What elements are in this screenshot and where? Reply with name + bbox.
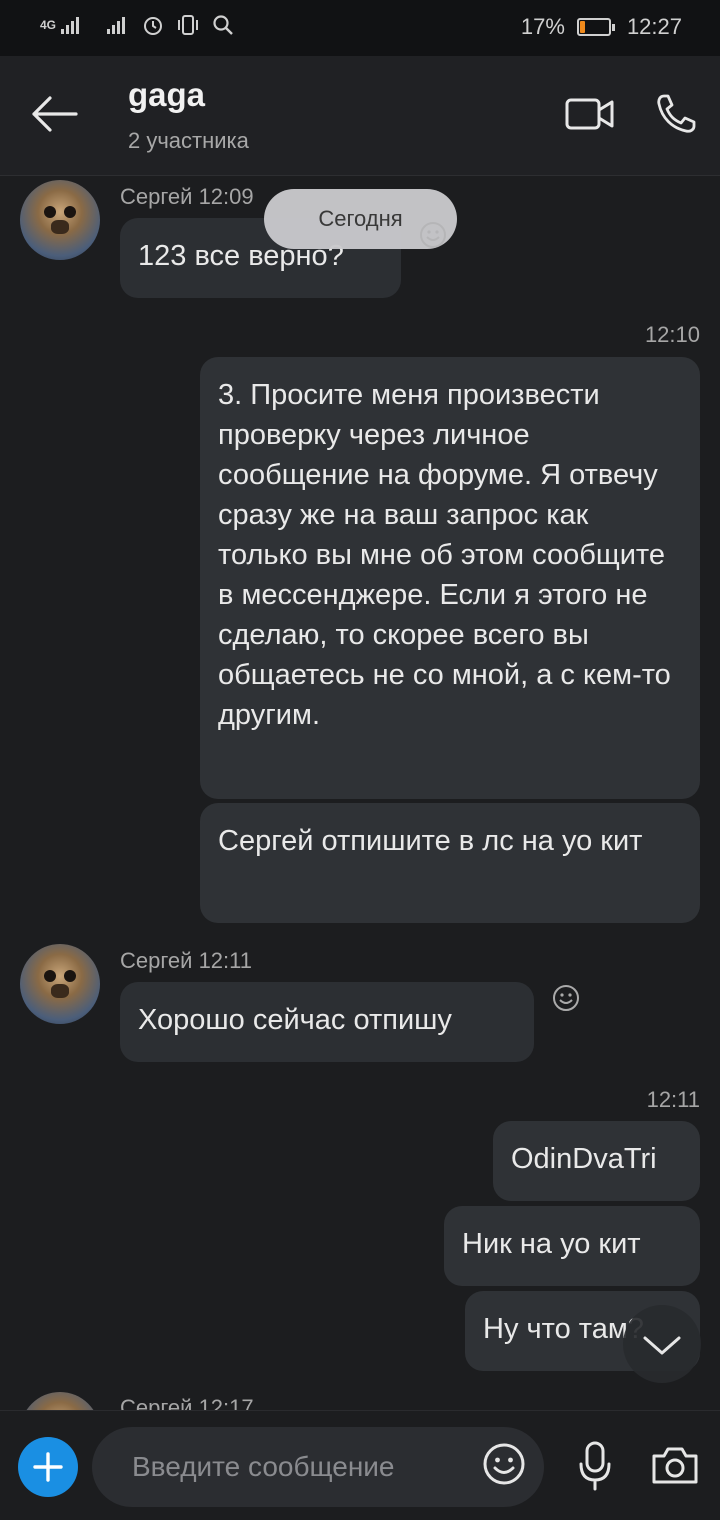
message-composer: [0, 1410, 720, 1520]
message-meta: Сергей 12:17: [120, 1395, 254, 1410]
avatar[interactable]: [20, 180, 100, 260]
sender-name: Сергей: [120, 1395, 193, 1410]
message-text: Ну что там?: [483, 1313, 644, 1345]
message-meta: Сергей 12:11: [120, 948, 252, 974]
microphone-icon[interactable]: [578, 1440, 612, 1492]
status-right: 17% 12:27: [521, 14, 682, 40]
scroll-to-bottom-button[interactable]: [623, 1305, 701, 1383]
battery-fill: [579, 21, 585, 33]
message-bubble[interactable]: Сергей отпишите в лс на уо кит: [200, 803, 700, 923]
message-time: 12:11: [646, 1087, 700, 1112]
signal-icon: [107, 17, 126, 34]
message-meta: Сергей 12:09: [120, 184, 254, 210]
message-bubble[interactable]: Ник на уо кит: [444, 1206, 700, 1286]
status-left: 4G: [40, 14, 234, 36]
battery-percent: 17%: [520, 14, 565, 39]
avatar[interactable]: [20, 1392, 100, 1410]
camera-icon[interactable]: [650, 1444, 700, 1486]
back-arrow-icon[interactable]: [30, 92, 80, 136]
phone-call-icon[interactable]: [654, 92, 698, 136]
add-reaction-icon[interactable]: [418, 220, 448, 250]
avatar[interactable]: [20, 944, 100, 1024]
message-time: 12:10: [644, 322, 700, 347]
alarm-icon: [144, 17, 163, 35]
chat-header: gaga 2 участника: [0, 56, 720, 176]
message-time: 12:11: [198, 948, 252, 973]
participants-count[interactable]: 2 участника: [128, 128, 249, 154]
sender-name: Сергей: [120, 184, 193, 209]
signal-icon: [61, 17, 80, 34]
message-time: 12:09: [198, 184, 254, 209]
message-text: Сергей отпишите в лс на уо кит: [218, 825, 643, 857]
sender-name: Сергей: [120, 948, 193, 973]
battery-icon: [576, 18, 615, 36]
chat-title[interactable]: gaga: [128, 76, 205, 114]
clock: 12:27: [626, 14, 682, 39]
vibrate-icon: [178, 15, 199, 35]
message-list[interactable]: Сергей 12:09 123 все верно? Сегодня 12:1…: [0, 177, 720, 1410]
message-bubble[interactable]: 3. Просите меня произвести проверку чере…: [200, 357, 700, 799]
message-input-wrapper[interactable]: [92, 1427, 544, 1507]
message-input[interactable]: [132, 1447, 472, 1487]
emoji-icon[interactable]: [482, 1442, 526, 1486]
status-bar: 4G 17% 12:27: [0, 0, 720, 56]
search-icon: [213, 15, 233, 35]
message-time: 12:17: [198, 1395, 254, 1410]
add-reaction-icon[interactable]: [551, 983, 581, 1013]
message-text: OdinDvaTri: [511, 1143, 657, 1175]
plus-icon: [33, 1452, 63, 1482]
message-text: Хорошо сейчас отпишу: [138, 1004, 452, 1036]
message-text: Ник на уо кит: [462, 1228, 641, 1260]
message-text: 3. Просите меня произвести проверку чере…: [218, 379, 671, 731]
message-bubble[interactable]: Хорошо сейчас отпишу: [120, 982, 534, 1062]
message-bubble[interactable]: OdinDvaTri: [493, 1121, 700, 1201]
add-button[interactable]: [18, 1437, 78, 1497]
video-call-icon[interactable]: [564, 94, 616, 134]
chevron-down-icon: [643, 1336, 681, 1355]
network-type: 4G: [40, 18, 57, 32]
